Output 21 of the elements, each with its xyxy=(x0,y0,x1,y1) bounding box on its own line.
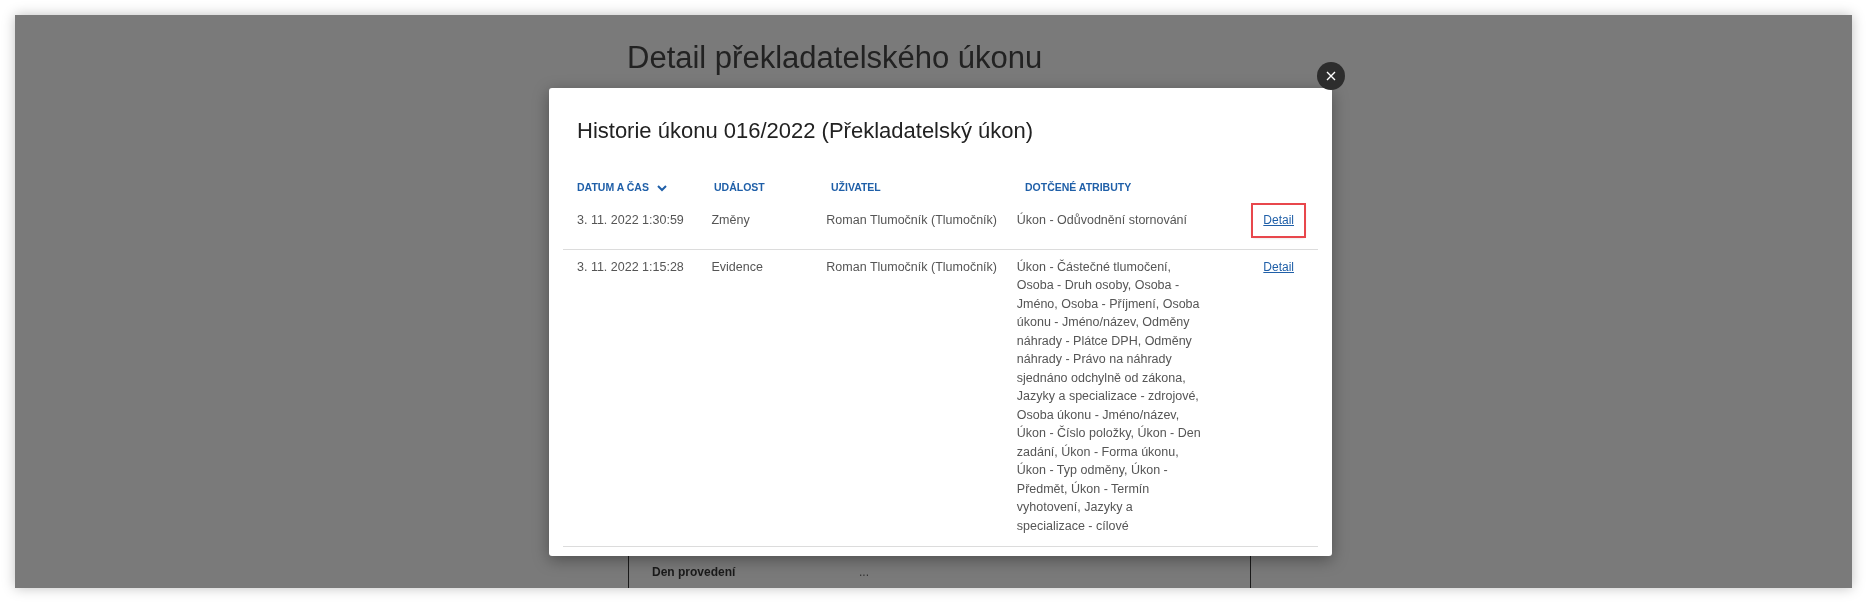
attributes-cell-text: Úkon - Částečné tlumočení, Osoba - Druh osoby, Osoba - Jméno, Osoba - Příjmení, Osoba úkonu - Jméno/název, Odměny náhrady - Plátce DPH, Odměny náhrady - Právo na náhrady sjednáno odchylně od zákona, Jazyky a specializace - zdrojové, Osoba úkonu - Jméno/název, Úkon - Číslo položky, Úkon - Den zadání, Úkon - Forma úkonu, Úkon - Typ odměny, Úkon - Předmět, Úkon - Termín vyhotovení, Jazyky a specializace - cílové xyxy=(1016,258,1202,535)
close-icon xyxy=(1326,71,1336,81)
column-header[interactable]: DATUM A ČAS xyxy=(577,180,649,196)
column-header[interactable]: UŽIVATEL xyxy=(831,180,881,196)
attributes-cell-text: Úkon - Odůvodnění stornování xyxy=(1016,211,1189,229)
date-cell-text: 3. 11. 2022 1:30:59 xyxy=(577,212,685,229)
dialog-title: Historie úkonu 016/2022 (Překladatelský úkon) xyxy=(577,117,1034,145)
event-cell-text: Změny xyxy=(711,212,751,229)
column-header[interactable]: UDÁLOST xyxy=(714,180,765,196)
detail-link[interactable]: Detail xyxy=(1253,205,1304,236)
field-label: Den provedení xyxy=(652,564,737,581)
detail-link[interactable]: Detail xyxy=(1253,251,1304,282)
user-cell-text: Roman Tlumočník (Tlumočník) xyxy=(826,258,998,276)
user-cell-text: Roman Tlumočník (Tlumočník) xyxy=(826,212,998,229)
page-title: Detail překladatelského úkonu xyxy=(627,39,1043,77)
column-header[interactable]: DOTČENÉ ATRIBUTY xyxy=(1025,180,1132,196)
date-cell-text: 3. 11. 2022 1:15:28 xyxy=(577,258,685,276)
sort-chevron-icon[interactable] xyxy=(656,184,667,192)
field-value: ... xyxy=(859,564,869,581)
close-button[interactable] xyxy=(1317,62,1345,90)
event-cell-text: Evidence xyxy=(711,258,764,276)
